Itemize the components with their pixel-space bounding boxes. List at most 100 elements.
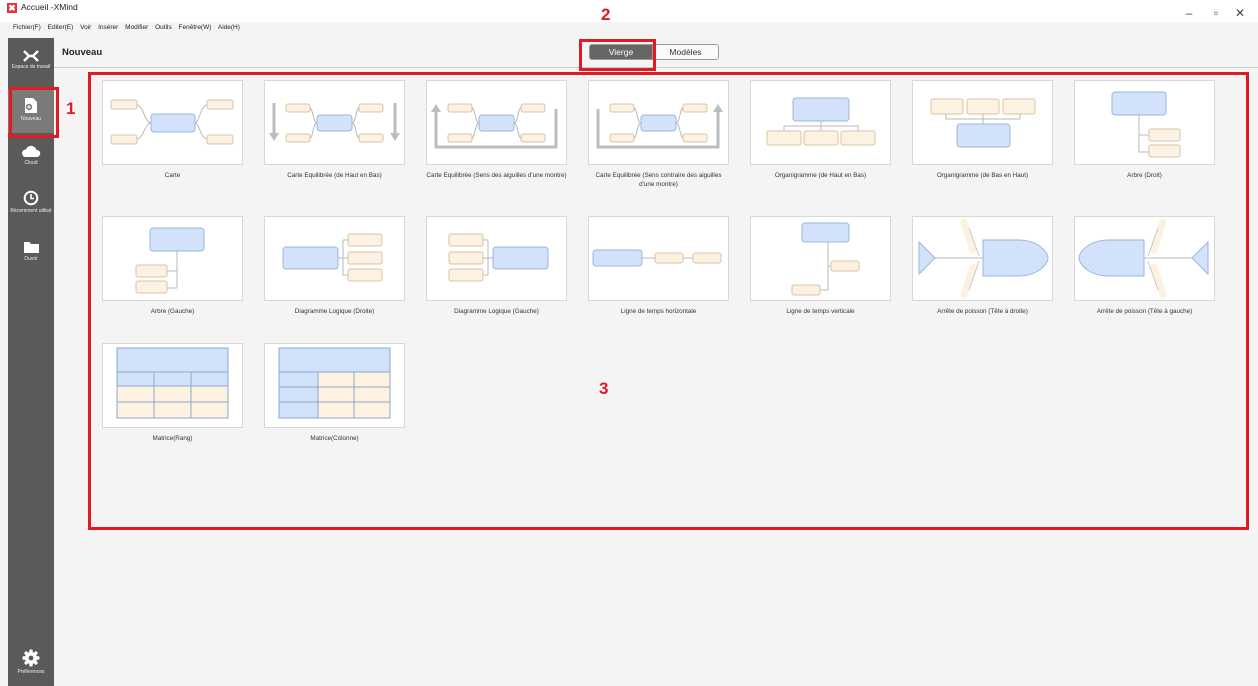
title-bar: ✖ Accueil -XMind – ▫ ✕ (0, 0, 1258, 22)
menu-fenetre[interactable]: Fenêtre(W) (179, 24, 212, 31)
template-thumbnail (1074, 80, 1215, 165)
template-label: Carte Equilibrée (Sens contraire des aig… (595, 172, 722, 188)
template-label: Arrête de poisson (Tête à droite) (937, 308, 1028, 315)
template-card-carte[interactable]: Carte (102, 80, 243, 180)
sidebar-item-open[interactable]: Ouvrir (8, 240, 54, 274)
menu-modifier[interactable]: Modifier (125, 24, 148, 31)
sidebar-item-recent[interactable]: Récemment utilisé (8, 190, 54, 222)
template-label: Organigramme (de Haut en Bas) (774, 172, 867, 179)
matrix-row-preview-icon (116, 347, 229, 419)
matrix-column-preview-icon (278, 347, 391, 419)
mindmap-preview-icon (110, 99, 234, 145)
menu-voir[interactable]: Voir (80, 24, 91, 31)
sidebar-label-recent: Récemment utilisé (10, 208, 52, 214)
template-card-logic-right[interactable]: Diagramme Logique (Droite) (264, 216, 405, 316)
template-thumbnail (102, 80, 243, 165)
org-chart-reverse-preview-icon (930, 98, 1036, 148)
menu-bar: Fichier(F) Editer(E) Voir Insérer Modifi… (13, 24, 245, 36)
tab-templates[interactable]: Modèles (652, 45, 718, 59)
sidebar-item-new[interactable]: Nouveau (8, 89, 54, 133)
template-label: Diagramme Logique (Droite) (294, 308, 375, 315)
template-card-balanced-top-down[interactable]: Carte Equilibrée (de Haut en Bas) (264, 80, 405, 180)
timeline-vertical-preview-icon (791, 222, 860, 296)
annotation-number-2: 2 (601, 5, 611, 24)
template-card-logic-left[interactable]: Diagramme Logique (Gauche) (426, 216, 567, 316)
fishbone-right-preview-icon (918, 218, 1049, 299)
template-card-timeline-vertical[interactable]: Ligne de temps verticale (750, 216, 891, 316)
template-card-org-bottom-up[interactable]: Organigramme (de Bas en Haut) (912, 80, 1053, 180)
sidebar-item-preferences[interactable]: Préférences (8, 649, 54, 683)
template-card-tree-left[interactable]: Arbre (Gauche) (102, 216, 243, 316)
template-thumbnail (264, 216, 405, 301)
template-thumbnail (426, 80, 567, 165)
minimize-button[interactable]: – (1180, 6, 1198, 20)
template-thumbnail (912, 80, 1053, 165)
template-card-balanced-counterclockwise[interactable]: Carte Equilibrée (Sens contraire des aig… (588, 80, 729, 189)
menu-aide[interactable]: Aide(H) (218, 24, 240, 31)
cloud-icon (22, 145, 41, 157)
gear-icon (22, 649, 40, 667)
annotation-number-1: 1 (66, 99, 76, 118)
template-label: Carte Equilibrée (de Haut en Bas) (287, 172, 382, 179)
page-title: Nouveau (62, 47, 103, 58)
template-thumbnail (264, 80, 405, 165)
template-card-tree-right[interactable]: Arbre (Droit) (1074, 80, 1215, 180)
template-thumbnail (102, 216, 243, 301)
logic-left-preview-icon (448, 233, 549, 282)
template-card-matrix-row[interactable]: Matrice(Rang) (102, 343, 243, 443)
tree-right-preview-icon (1111, 91, 1181, 158)
content-header: Nouveau Vierge Modèles (54, 38, 1258, 68)
template-label: Carte (164, 172, 181, 179)
xmind-logo-icon: ✖ (7, 3, 17, 13)
menu-inserer[interactable]: Insérer (98, 24, 118, 31)
restore-button[interactable]: ▫ (1207, 6, 1225, 20)
template-label: Arbre (Droit) (1127, 172, 1162, 179)
tab-blank[interactable]: Vierge (590, 45, 652, 59)
clockwise-map-preview-icon (431, 103, 558, 149)
template-thumbnail (588, 216, 729, 301)
template-card-org-top-down[interactable]: Organigramme (de Haut en Bas) (750, 80, 891, 180)
logic-right-preview-icon (282, 233, 383, 282)
sidebar-item-cloud[interactable]: Cloud (8, 145, 54, 175)
template-thumbnail (1074, 216, 1215, 301)
template-card-timeline-horizontal[interactable]: Ligne de temps horizontale (588, 216, 729, 316)
fishbone-left-preview-icon (1078, 218, 1209, 299)
new-file-icon (25, 98, 37, 113)
sidebar: Espace de travail Nouveau Cloud Récemmen… (8, 38, 54, 686)
template-label: Carte Equilibrée (Sens des aiguilles d'u… (426, 172, 567, 179)
template-label: Diagramme Logique (Gauche) (454, 308, 539, 315)
clock-icon (23, 190, 39, 206)
sidebar-label-new: Nouveau (20, 116, 41, 122)
sidebar-label-cloud: Cloud (24, 160, 38, 166)
template-label: Arrête de poisson (Tête à gauche) (1096, 308, 1193, 315)
sidebar-item-workspace[interactable]: Espace de travail (8, 50, 54, 76)
template-label: Matrice(Rang) (152, 435, 193, 442)
counterclockwise-map-preview-icon (596, 103, 723, 149)
template-card-fishbone-left[interactable]: Arrête de poisson (Tête à gauche) (1074, 216, 1215, 316)
org-chart-preview-icon (766, 97, 876, 146)
template-thumbnail (102, 343, 243, 428)
template-thumbnail (426, 216, 567, 301)
window-title: Accueil -XMind (21, 2, 78, 12)
annotation-number-3: 3 (599, 379, 609, 398)
timeline-horizontal-preview-icon (592, 249, 722, 267)
template-label: Ligne de temps verticale (786, 308, 855, 315)
template-card-matrix-column[interactable]: Matrice(Colonne) (264, 343, 405, 443)
menu-outils[interactable]: Outils (155, 24, 172, 31)
close-button[interactable]: ✕ (1231, 6, 1249, 20)
folder-icon (23, 242, 39, 253)
template-label: Arbre (Gauche) (150, 308, 195, 315)
template-card-fishbone-right[interactable]: Arrête de poisson (Tête à droite) (912, 216, 1053, 316)
template-thumbnail (912, 216, 1053, 301)
menu-fichier[interactable]: Fichier(F) (13, 24, 41, 31)
template-label: Matrice(Colonne) (310, 435, 359, 442)
balanced-map-preview-icon (269, 103, 400, 143)
template-card-balanced-clockwise[interactable]: Carte Equilibrée (Sens des aiguilles d'u… (426, 80, 567, 180)
workspace-icon (23, 50, 39, 62)
sidebar-label-workspace: Espace de travail (11, 64, 51, 70)
menu-editer[interactable]: Editer(E) (48, 24, 74, 31)
template-label: Ligne de temps horizontale (620, 308, 697, 315)
tab-switcher: Vierge Modèles (589, 44, 719, 60)
template-label: Organigramme (de Bas en Haut) (936, 172, 1029, 179)
template-thumbnail (750, 80, 891, 165)
